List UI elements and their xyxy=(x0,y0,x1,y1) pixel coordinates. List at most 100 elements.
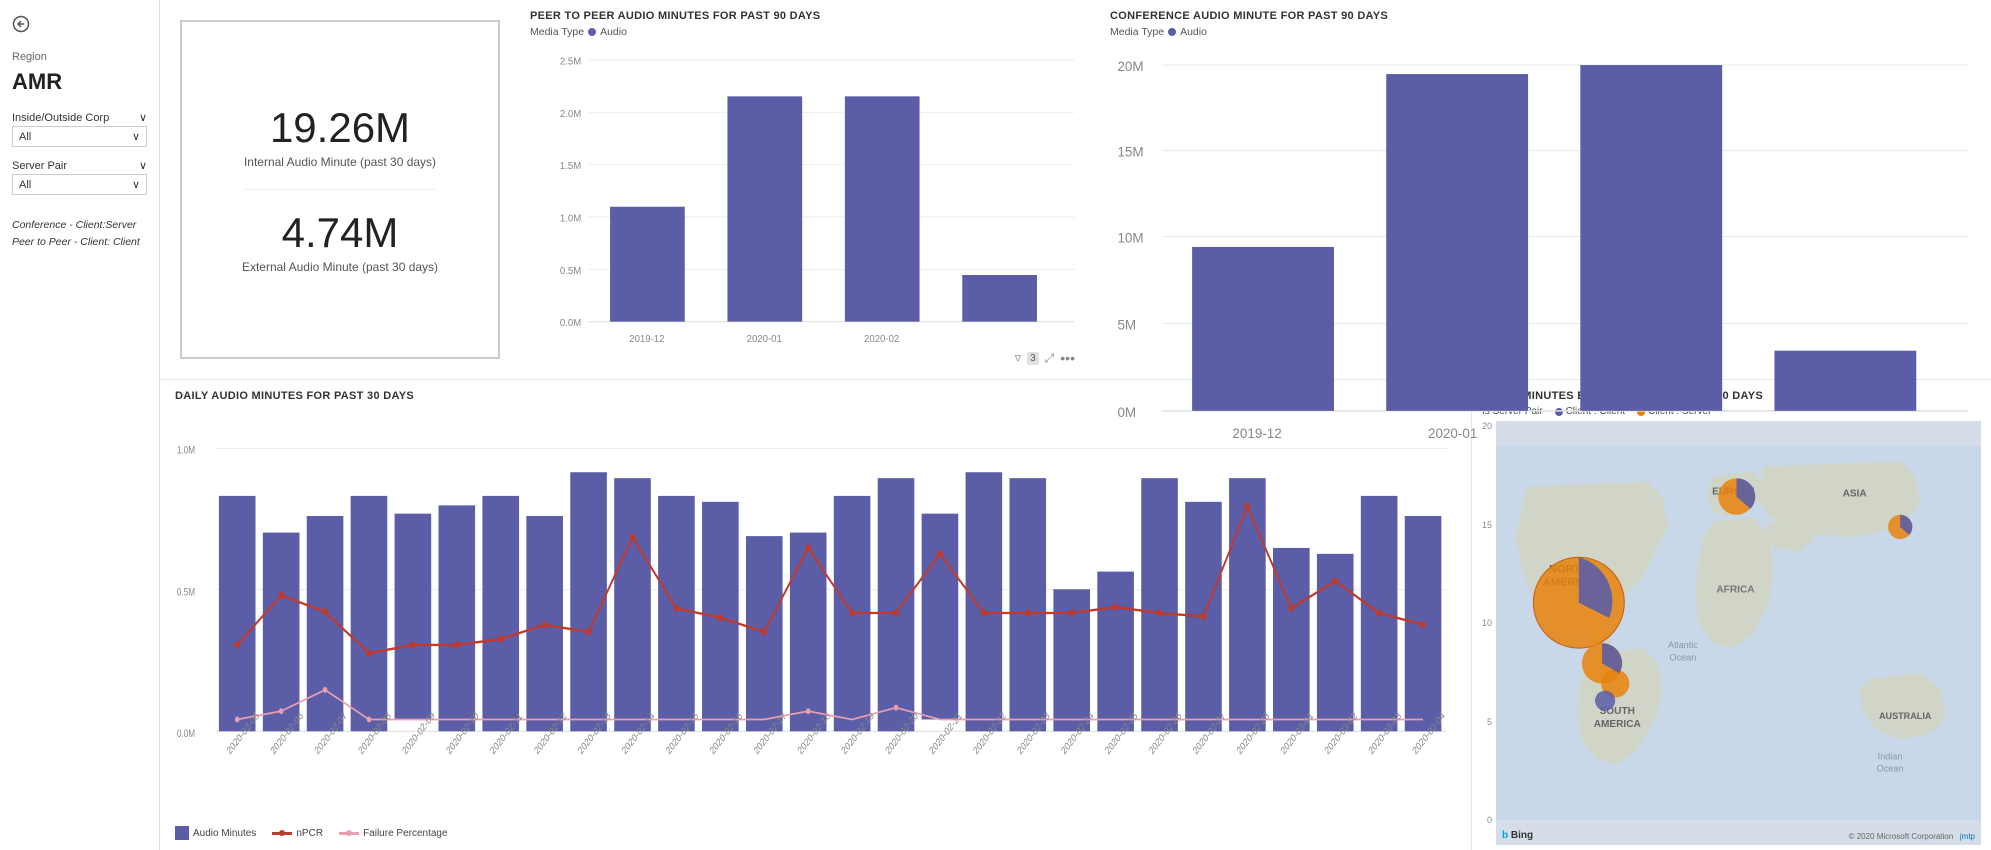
npcr-dot-11 xyxy=(674,605,679,612)
daily-bar-4 xyxy=(351,496,388,731)
filter-icon[interactable]: ▿ xyxy=(1015,350,1022,366)
svg-text:10M: 10M xyxy=(1117,230,1143,245)
svg-text:2.0M: 2.0M xyxy=(560,109,581,120)
server-pair-value[interactable]: All ∨ xyxy=(12,174,147,195)
top-row: 19.26M Internal Audio Minute (past 30 da… xyxy=(160,0,1991,380)
npcr-dot-28 xyxy=(1420,621,1425,628)
daily-bar-21 xyxy=(1097,572,1134,732)
filter-count[interactable]: 3 xyxy=(1027,352,1039,365)
npcr-dot-5 xyxy=(410,641,415,648)
failure-dot-5 xyxy=(806,708,811,714)
peer-bar-3 xyxy=(845,96,920,321)
inside-outside-dropdown[interactable]: Inside/Outside Corp ∨ All ∨ xyxy=(12,109,147,147)
npcr-dot-20 xyxy=(1069,609,1074,616)
peer-media-type-label: Media Type xyxy=(530,26,584,38)
daily-bar-5 xyxy=(395,514,432,720)
legend-failure: Failure Percentage xyxy=(339,828,448,839)
conference-chart-title: CONFERENCE AUDIO MINUTE FOR PAST 90 DAYS xyxy=(1110,10,1976,22)
svg-text:2020-01: 2020-01 xyxy=(747,334,783,345)
daily-chart-svg: 1.0M 0.5M 0.0M xyxy=(175,406,1456,820)
svg-text:2.5M: 2.5M xyxy=(560,56,581,67)
conf-bar-1 xyxy=(1192,247,1334,411)
npcr-dot-19 xyxy=(1025,609,1030,616)
failure-dot-6 xyxy=(894,705,899,711)
failure-legend-icon xyxy=(339,832,359,835)
conference-chart-subtitle: Media Type Audio xyxy=(1110,26,1976,38)
sa-bubble-3 xyxy=(1595,691,1615,711)
daily-bar-19 xyxy=(1009,478,1046,731)
map-container: NORTH AMERICA EUROPE ASIA AFRICA SOUTH A… xyxy=(1496,421,1981,845)
conf-media-type-value: Audio xyxy=(1180,26,1207,38)
npcr-dot-24 xyxy=(1245,503,1250,510)
kpi-box: 19.26M Internal Audio Minute (past 30 da… xyxy=(180,20,500,359)
npcr-dot-17 xyxy=(937,550,942,557)
more-icon[interactable]: ••• xyxy=(1060,350,1075,366)
failure-dot-4 xyxy=(367,717,372,723)
kpi-external-value: 4.74M xyxy=(242,210,438,256)
map-section: AUDIO MINUTES BY COUNTRY FOR PAST 90 DAY… xyxy=(1471,380,1991,850)
svg-text:1.0M: 1.0M xyxy=(560,213,581,224)
npcr-dot-14 xyxy=(805,544,810,551)
kpi-internal-value: 19.26M xyxy=(244,105,436,151)
australia-label: AUSTRALIA xyxy=(1879,711,1932,721)
peer-chart-actions: ▿ 3 ⤢ ••• xyxy=(1015,350,1075,366)
npcr-legend-icon xyxy=(272,832,292,835)
npcr-dot-25 xyxy=(1289,605,1294,612)
npcr-dot-16 xyxy=(893,609,898,616)
daily-bar-14 xyxy=(790,533,827,732)
svg-text:2020-02: 2020-02 xyxy=(864,334,900,345)
bing-logo: b Bing xyxy=(1502,830,1533,841)
kpi-external-label: External Audio Minute (past 30 days) xyxy=(242,260,438,274)
jmtp-link[interactable]: jmtp xyxy=(1960,832,1975,841)
npcr-dot-4 xyxy=(366,650,371,657)
daily-bar-18 xyxy=(966,472,1003,731)
map-with-axis: 20 15 10 5 0 xyxy=(1482,421,1981,845)
kpi-internal-label: Internal Audio Minute (past 30 days) xyxy=(244,155,436,169)
daily-bar-6 xyxy=(439,505,476,731)
npcr-dot-3 xyxy=(322,608,327,615)
region-label: Region xyxy=(12,51,147,63)
south-america-label2: AMERICA xyxy=(1594,719,1642,730)
atlantic-label2: Ocean xyxy=(1670,652,1697,662)
peer-chart-title: PEER TO PEER AUDIO MINUTES FOR PAST 90 D… xyxy=(530,10,1085,22)
npcr-dot-1 xyxy=(234,641,239,648)
sidebar-legend: Conference - Client:Server Peer to Peer … xyxy=(12,217,147,251)
atlantic-label: Atlantic xyxy=(1668,640,1698,650)
legend-conference: Conference - Client:Server xyxy=(12,217,147,234)
peer-bar-1 xyxy=(610,207,685,322)
world-map-svg: NORTH AMERICA EUROPE ASIA AFRICA SOUTH A… xyxy=(1496,421,1981,845)
server-pair-dropdown[interactable]: Server Pair ∨ All ∨ xyxy=(12,157,147,195)
npcr-dot-8 xyxy=(542,621,547,628)
inside-outside-header[interactable]: Inside/Outside Corp ∨ xyxy=(12,109,147,126)
npcr-dot-23 xyxy=(1201,613,1206,620)
peer-legend-dot xyxy=(588,28,596,36)
legend-audio-minutes: Audio Minutes xyxy=(175,826,256,840)
svg-text:0.5M: 0.5M xyxy=(560,266,581,277)
npcr-dot-12 xyxy=(718,614,723,621)
dashboard: Region AMR Inside/Outside Corp ∨ All ∨ S… xyxy=(0,0,1991,850)
main-content: 19.26M Internal Audio Minute (past 30 da… xyxy=(160,0,1991,850)
svg-text:20M: 20M xyxy=(1117,59,1143,74)
conf-legend-dot xyxy=(1168,28,1176,36)
svg-text:0.0M: 0.0M xyxy=(560,318,581,329)
expand-icon[interactable]: ⤢ xyxy=(1045,351,1055,366)
npcr-dot-26 xyxy=(1332,578,1337,585)
npcr-dot-15 xyxy=(849,609,854,616)
server-pair-header[interactable]: Server Pair ∨ xyxy=(12,157,147,174)
map-copyright: © 2020 Microsoft Corporation jmtp xyxy=(1849,832,1975,841)
inside-outside-value[interactable]: All ∨ xyxy=(12,126,147,147)
sidebar: Region AMR Inside/Outside Corp ∨ All ∨ S… xyxy=(0,0,160,850)
peer-bar-4 xyxy=(962,275,1037,322)
legend-peer: Peer to Peer - Client: Client xyxy=(12,234,147,251)
daily-bar-7 xyxy=(482,496,519,731)
audio-minutes-legend-icon xyxy=(175,826,189,840)
conf-media-type-label: Media Type xyxy=(1110,26,1164,38)
daily-bar-10 xyxy=(614,478,651,731)
daily-bar-16 xyxy=(878,478,915,731)
back-button[interactable] xyxy=(12,15,147,33)
npcr-dot-22 xyxy=(1157,609,1162,616)
failure-dot-1 xyxy=(235,717,240,723)
daily-bar-25 xyxy=(1273,548,1310,731)
daily-bar-1 xyxy=(219,496,256,731)
indian-label: Indian xyxy=(1878,751,1903,761)
